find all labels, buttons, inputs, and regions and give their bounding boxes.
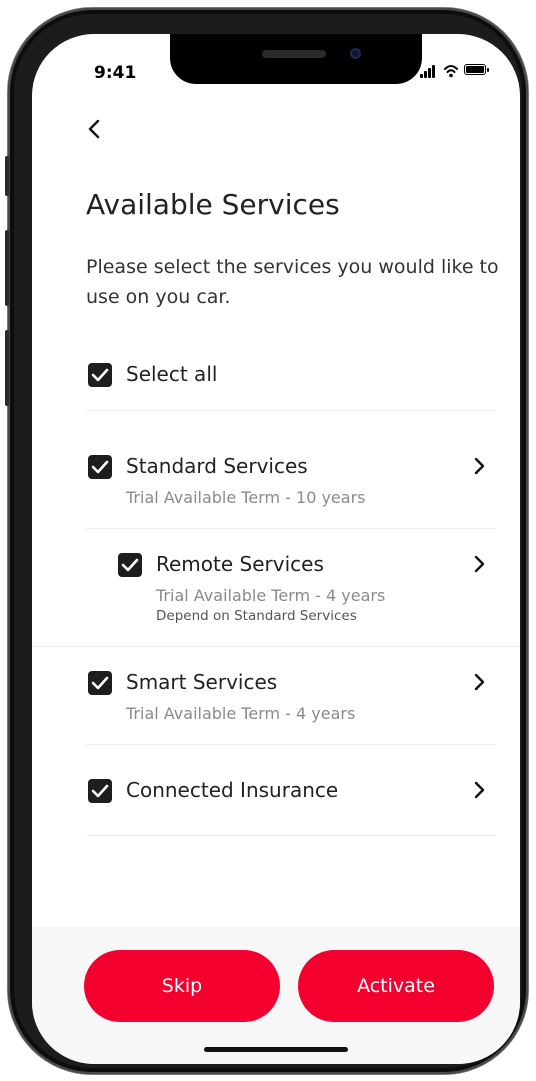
speaker bbox=[262, 50, 326, 58]
divider bbox=[86, 528, 496, 529]
service-label: Connected Insurance bbox=[126, 778, 339, 802]
front-camera bbox=[350, 48, 361, 59]
divider bbox=[32, 646, 520, 647]
check-icon bbox=[121, 558, 139, 572]
status-time: 9:41 bbox=[94, 63, 137, 83]
activate-button[interactable]: Activate bbox=[298, 950, 494, 1022]
phone-frame: 9:41 Available Services Please select th… bbox=[5, 8, 528, 1074]
service-label: Standard Services bbox=[126, 454, 308, 478]
select-all-checkbox[interactable] bbox=[88, 363, 112, 387]
divider bbox=[86, 410, 496, 411]
standard-services-checkbox[interactable] bbox=[88, 455, 112, 479]
service-term: Trial Available Term - 4 years bbox=[156, 586, 386, 605]
smart-services-checkbox[interactable] bbox=[88, 671, 112, 695]
screen: 9:41 Available Services Please select th… bbox=[32, 34, 520, 1064]
check-icon bbox=[91, 368, 109, 382]
mute-switch bbox=[5, 156, 9, 196]
volume-down-button bbox=[5, 330, 9, 406]
select-all-label: Select all bbox=[126, 362, 218, 386]
volume-up-button bbox=[5, 230, 9, 306]
chevron-right-icon[interactable] bbox=[472, 555, 486, 573]
service-label: Remote Services bbox=[156, 552, 324, 576]
service-dependency-note: Depend on Standard Services bbox=[156, 608, 357, 624]
home-indicator bbox=[204, 1047, 348, 1052]
skip-button[interactable]: Skip bbox=[84, 950, 280, 1022]
chevron-right-icon[interactable] bbox=[472, 673, 486, 691]
service-term: Trial Available Term - 4 years bbox=[126, 704, 356, 723]
wifi-icon bbox=[444, 65, 458, 78]
check-icon bbox=[91, 460, 109, 474]
service-label: Smart Services bbox=[126, 670, 278, 694]
chevron-right-icon[interactable] bbox=[472, 781, 486, 799]
page-title: Available Services bbox=[86, 188, 340, 221]
back-chevron-icon[interactable] bbox=[84, 118, 106, 140]
divider bbox=[86, 744, 496, 745]
remote-services-checkbox[interactable] bbox=[118, 553, 142, 577]
page-subtitle: Please select the services you would lik… bbox=[86, 256, 499, 308]
service-term: Trial Available Term - 10 years bbox=[126, 488, 366, 507]
notch bbox=[170, 34, 422, 84]
check-icon bbox=[91, 784, 109, 798]
check-icon bbox=[91, 676, 109, 690]
battery-icon bbox=[464, 64, 486, 75]
chevron-right-icon[interactable] bbox=[472, 457, 486, 475]
divider bbox=[86, 835, 496, 836]
connected-insurance-checkbox[interactable] bbox=[88, 779, 112, 803]
